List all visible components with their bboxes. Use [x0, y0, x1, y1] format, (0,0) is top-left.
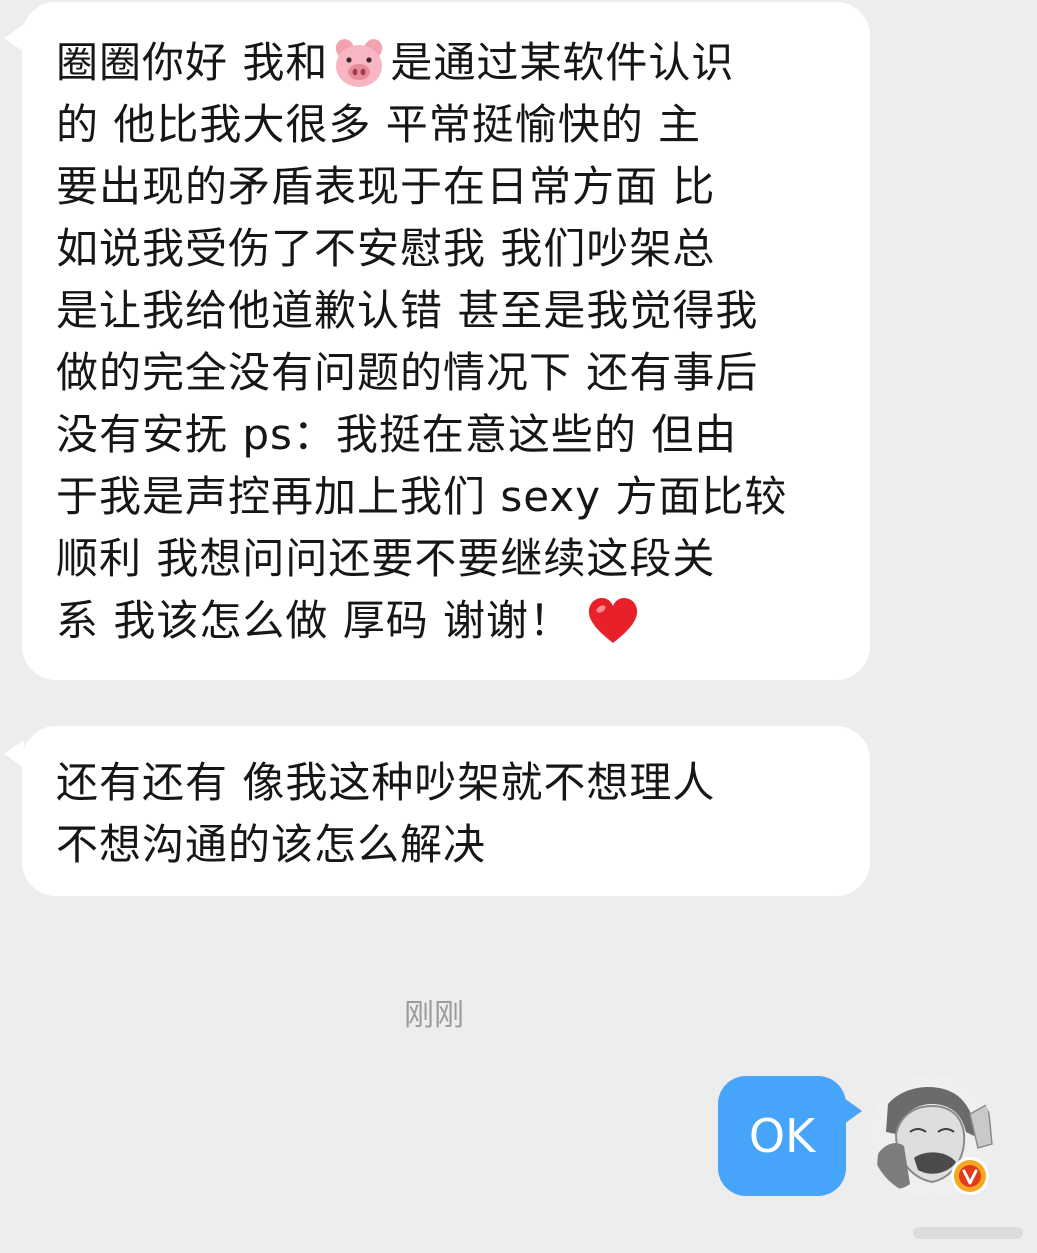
message-line: 系 我该怎么做 厚码 谢谢！ [56, 590, 850, 652]
message-line: 的 他比我大很多 平常挺愉快的 主 [56, 100, 702, 149]
message-line: 圈圈你好 我和 是通过某软件认识 [56, 32, 850, 94]
message-line: 没有安抚 ps：我挺在意这些的 但由 [56, 410, 738, 459]
message-timestamp: 刚刚 [404, 998, 464, 1033]
message-line: 还有还有 像我这种吵架就不想理人 [56, 758, 716, 807]
avatar[interactable] [870, 1074, 994, 1198]
message-text: OK [748, 1109, 816, 1163]
watermark-logo [909, 1221, 1029, 1245]
message-line: 于我是声控再加上我们 sexy 方面比较 [56, 472, 788, 521]
message-line: 是让我给他道歉认错 甚至是我觉得我 [56, 286, 759, 335]
incoming-message-bubble[interactable]: 圈圈你好 我和 是通过某软件认识 的 他比我大很多 平常挺愉快的 主 要出现的矛… [4, 2, 870, 680]
message-line: 如说我受伤了不安慰我 我们吵架总 [56, 224, 716, 273]
message-line: 要出现的矛盾表现于在日常方面 比 [56, 162, 716, 211]
message-line: 顺利 我想问问还要不要继续这段关 [56, 534, 716, 583]
incoming-message-bubble[interactable]: 还有还有 像我这种吵架就不想理人 不想沟通的该怎么解决 [4, 726, 870, 896]
message-line: 做的完全没有问题的情况下 还有事后 [56, 348, 759, 397]
message-text: 系 我该怎么做 厚码 谢谢！ [56, 596, 573, 645]
red-heart-emoji-icon [586, 596, 640, 646]
message-line: 不想沟通的该怎么解决 [56, 820, 487, 869]
message-text: 是通过某软件认识 [390, 38, 735, 87]
outgoing-message-bubble[interactable]: OK [718, 1076, 862, 1196]
verified-badge-icon [950, 1156, 990, 1196]
pig-face-emoji-icon [332, 36, 386, 90]
message-text: 圈圈你好 我和 [56, 38, 329, 87]
